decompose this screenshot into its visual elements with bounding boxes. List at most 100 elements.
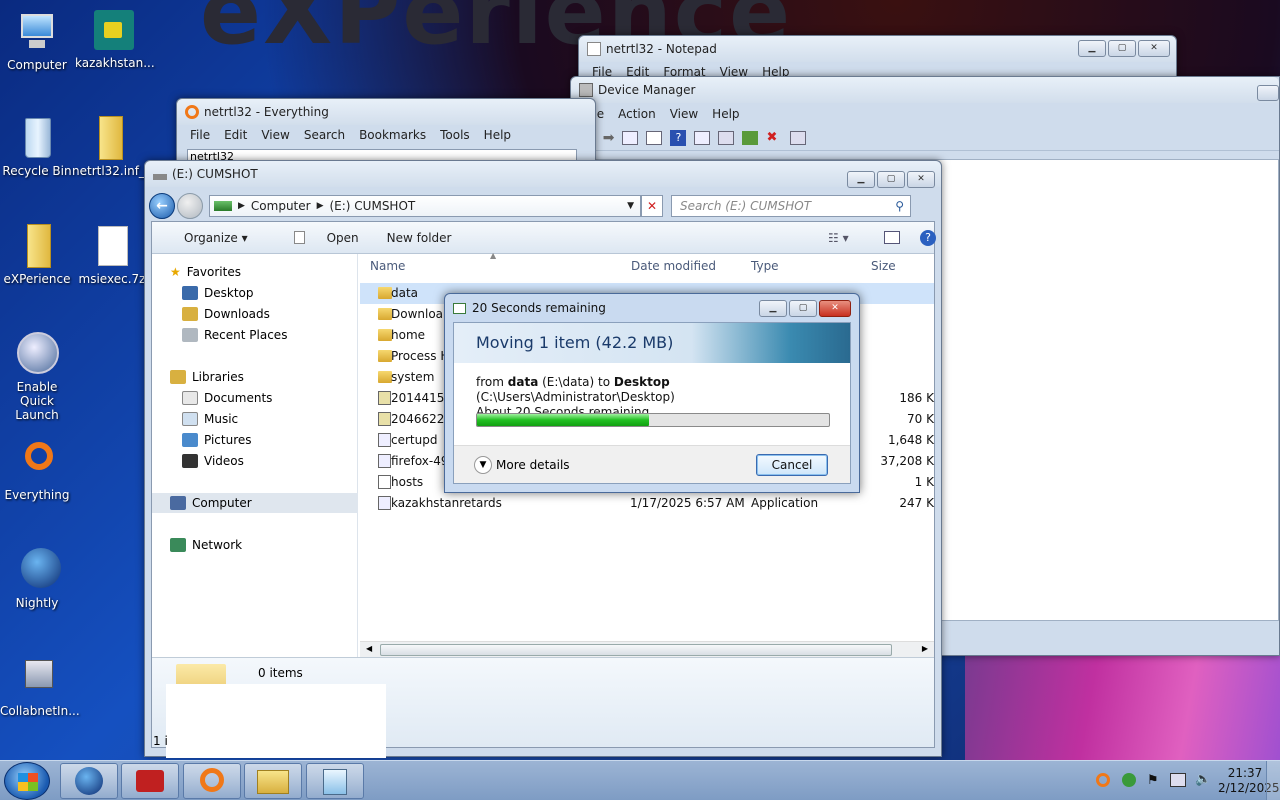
move-progress-dialog[interactable]: 20 Seconds remaining ▁ ▢ ✕ Moving 1 item… bbox=[444, 293, 860, 493]
forward-button[interactable] bbox=[177, 193, 203, 219]
forward-arrow-icon[interactable]: ➡ bbox=[603, 130, 615, 146]
maximize-button[interactable]: ▢ bbox=[1108, 40, 1136, 57]
taskbar-everything[interactable] bbox=[183, 763, 241, 799]
navigation-pane: ★ Favorites Desktop Downloads Recent Plac… bbox=[152, 254, 358, 657]
address-bar[interactable]: ▶ Computer ▶ (E:) CUMSHOT ▼ bbox=[209, 195, 641, 217]
flag-icon[interactable]: ⚑ bbox=[1147, 773, 1159, 788]
stop-button[interactable]: ✕ bbox=[641, 195, 663, 217]
nav-recent-places[interactable]: Recent Places bbox=[182, 325, 388, 345]
menu-search[interactable]: Search bbox=[297, 128, 352, 142]
maximize-button[interactable]: ▢ bbox=[789, 300, 817, 317]
desktop-icon-experience[interactable]: eXPerience bbox=[0, 224, 74, 286]
nav-documents[interactable]: Documents bbox=[182, 388, 388, 408]
properties-icon[interactable] bbox=[622, 130, 639, 145]
list-icon[interactable] bbox=[646, 130, 663, 145]
back-button[interactable]: ← bbox=[149, 193, 175, 219]
source-link[interactable]: data bbox=[508, 375, 539, 389]
uninstall-icon[interactable]: ✖ bbox=[766, 130, 782, 145]
show-desktop-button[interactable] bbox=[1266, 761, 1280, 800]
nightly-icon bbox=[75, 767, 103, 795]
close-button[interactable]: ✕ bbox=[1138, 40, 1170, 57]
clock[interactable]: 21:37 2/12/2025 bbox=[1218, 766, 1280, 796]
search-input[interactable]: Search (E:) CUMSHOT ⚲ bbox=[671, 195, 911, 217]
nav-pictures[interactable]: Pictures bbox=[182, 430, 388, 450]
breadcrumb-drive[interactable]: (E:) CUMSHOT bbox=[330, 199, 416, 213]
libraries-icon bbox=[170, 370, 186, 384]
enable-device-icon[interactable] bbox=[790, 130, 807, 145]
nav-videos[interactable]: Videos bbox=[182, 451, 388, 471]
scroll-right-icon[interactable]: ▶ bbox=[922, 644, 928, 653]
nav-downloads[interactable]: Downloads bbox=[182, 304, 388, 324]
new-folder-button[interactable]: New folder bbox=[387, 231, 452, 245]
desktop-icon-everything[interactable]: Everything bbox=[0, 440, 74, 502]
menu-help[interactable]: Help bbox=[705, 107, 746, 121]
minimize-button[interactable] bbox=[1257, 85, 1279, 101]
everything-tray-icon[interactable] bbox=[1096, 773, 1110, 787]
archive-icon bbox=[378, 412, 391, 426]
menu-file[interactable]: File bbox=[183, 128, 217, 142]
col-type[interactable]: Type bbox=[751, 259, 779, 273]
scan-hardware-icon[interactable] bbox=[718, 130, 735, 145]
start-button[interactable] bbox=[4, 762, 50, 800]
desktop-icon-quick-launch[interactable]: Enable Quick Launch bbox=[0, 332, 74, 422]
minimize-button[interactable]: ▁ bbox=[759, 300, 787, 317]
horizontal-scrollbar[interactable]: ◀ ▶ bbox=[360, 641, 934, 657]
taskbar-toolbox[interactable] bbox=[121, 763, 179, 799]
desktop-icon-recycle-bin[interactable]: Recycle Bin bbox=[0, 116, 74, 178]
nav-music[interactable]: Music bbox=[182, 409, 388, 429]
taskbar-nightly[interactable] bbox=[60, 763, 118, 799]
network-tray-icon[interactable] bbox=[1170, 773, 1186, 787]
organize-button[interactable]: Organize ▾ bbox=[168, 231, 248, 245]
cancel-button[interactable]: Cancel bbox=[756, 454, 828, 476]
scroll-left-icon[interactable]: ◀ bbox=[366, 644, 372, 653]
minimize-button[interactable]: ▁ bbox=[1078, 40, 1106, 57]
menu-view[interactable]: View bbox=[254, 128, 296, 142]
close-button[interactable]: ✕ bbox=[819, 300, 851, 317]
explorer-titlebar[interactable]: (E:) CUMSHOT bbox=[145, 161, 941, 187]
more-details-toggle[interactable]: ▼ More details bbox=[474, 456, 570, 474]
everything-titlebar[interactable]: netrtl32 - Everything bbox=[177, 99, 595, 125]
minimize-button[interactable]: ▁ bbox=[847, 171, 875, 188]
close-button[interactable]: ✕ bbox=[907, 171, 935, 188]
breadcrumb-computer[interactable]: Computer bbox=[251, 199, 311, 213]
nav-favorites[interactable]: ★ Favorites bbox=[170, 262, 376, 282]
help-icon[interactable]: ? bbox=[670, 129, 687, 146]
dialog-footer: ▼ More details Cancel bbox=[454, 445, 850, 483]
desktop-icon-nightly[interactable]: Nightly bbox=[0, 548, 74, 610]
preview-pane-icon[interactable] bbox=[884, 231, 900, 244]
col-name[interactable]: Name bbox=[370, 259, 405, 273]
everything-window[interactable]: netrtl32 - Everything File Edit View Sea… bbox=[176, 98, 596, 168]
table-row[interactable]: kazakhstanretards 1/17/2025 6:57 AM Applic… bbox=[360, 493, 934, 514]
desktop-icon-collabnet[interactable]: CollabnetIn... bbox=[0, 656, 80, 718]
menu-help[interactable]: Help bbox=[477, 128, 518, 142]
help-icon[interactable]: ? bbox=[920, 229, 936, 246]
menu-tools[interactable]: Tools bbox=[433, 128, 477, 142]
menu-view[interactable]: View bbox=[663, 107, 705, 121]
taskbar-explorer[interactable] bbox=[244, 763, 302, 799]
maximize-button[interactable]: ▢ bbox=[877, 171, 905, 188]
nav-desktop[interactable]: Desktop bbox=[182, 283, 388, 303]
menu-bookmarks[interactable]: Bookmarks bbox=[352, 128, 433, 142]
view-options-icon[interactable]: ☷ ▾ bbox=[828, 231, 849, 245]
taskbar-notepad[interactable] bbox=[306, 763, 364, 799]
chevron-down-icon[interactable]: ▼ bbox=[627, 201, 634, 211]
nav-computer[interactable]: Computer bbox=[152, 493, 358, 513]
col-size[interactable]: Size bbox=[871, 259, 896, 273]
details-icon[interactable] bbox=[694, 130, 711, 145]
desktop-icon-netrtl32-folder[interactable]: netrtl32.inf_... bbox=[72, 116, 156, 178]
open-button[interactable]: Open bbox=[278, 230, 359, 245]
menu-edit[interactable]: Edit bbox=[217, 128, 254, 142]
destination-link[interactable]: Desktop bbox=[614, 375, 670, 389]
desktop-icon-msiexec[interactable]: msiexec.7z bbox=[75, 224, 149, 286]
nav-libraries[interactable]: Libraries bbox=[170, 367, 376, 387]
scrollbar-thumb[interactable] bbox=[380, 644, 892, 656]
volume-muted-icon[interactable]: 🔈 bbox=[1195, 772, 1211, 787]
menu-action[interactable]: Action bbox=[611, 107, 663, 121]
col-date[interactable]: Date modified bbox=[631, 259, 716, 273]
device-manager-titlebar[interactable]: Device Manager bbox=[571, 77, 1279, 103]
desktop-icon-kazakhstan[interactable]: kazakhstan... bbox=[75, 8, 155, 70]
nav-network[interactable]: Network bbox=[170, 535, 376, 555]
security-tray-icon[interactable] bbox=[1122, 773, 1136, 787]
desktop-icon-computer[interactable]: Computer bbox=[0, 10, 74, 72]
update-driver-icon[interactable] bbox=[742, 130, 759, 145]
